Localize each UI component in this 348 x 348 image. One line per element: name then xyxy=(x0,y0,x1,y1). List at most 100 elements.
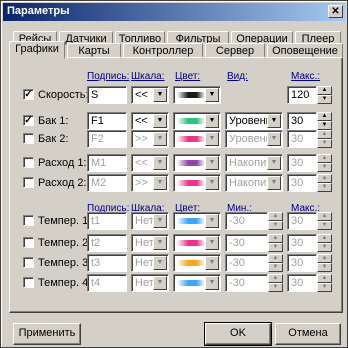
chevron-down-icon[interactable]: ▼ xyxy=(153,176,167,190)
scale-select[interactable]: Нет ▼ xyxy=(131,212,169,230)
spin-up-icon[interactable]: ▲ xyxy=(317,174,332,183)
caption-input[interactable]: S xyxy=(87,86,127,104)
min-spinner[interactable]: ▲ ▼ xyxy=(268,274,283,292)
chevron-down-icon[interactable]: ▼ xyxy=(205,132,219,146)
scale-select[interactable]: >> ▼ xyxy=(131,174,169,192)
min-spinner[interactable]: ▲ ▼ xyxy=(268,212,283,230)
row-checkbox[interactable]: ✓ xyxy=(23,115,34,126)
max-spinner[interactable]: ▲ ▼ xyxy=(317,154,332,172)
spin-down-icon[interactable]: ▼ xyxy=(268,263,283,272)
chevron-down-icon[interactable]: ▼ xyxy=(205,214,219,228)
close-button[interactable]: ✕ xyxy=(328,5,343,18)
spin-down-icon[interactable]: ▼ xyxy=(268,243,283,252)
spin-up-icon[interactable]: ▲ xyxy=(268,254,283,263)
scale-select[interactable]: Нет ▼ xyxy=(131,234,169,252)
spin-up-icon[interactable]: ▲ xyxy=(317,212,332,221)
spin-up-icon[interactable]: ▲ xyxy=(268,234,283,243)
spin-down-icon[interactable]: ▼ xyxy=(317,183,332,192)
color-select[interactable]: ▼ xyxy=(173,86,221,104)
spin-up-icon[interactable]: ▲ xyxy=(268,212,283,221)
row-checkbox[interactable] xyxy=(23,237,34,248)
spin-down-icon[interactable]: ▼ xyxy=(317,263,332,272)
min-spinner[interactable]: ▲ ▼ xyxy=(268,234,283,252)
chevron-down-icon[interactable]: ▼ xyxy=(267,176,281,190)
max-spinner[interactable]: ▲ ▼ xyxy=(317,212,332,230)
chevron-down-icon[interactable]: ▼ xyxy=(267,114,281,128)
color-select[interactable]: ▼ xyxy=(173,112,221,130)
max-spinner[interactable]: ▲ ▼ xyxy=(317,112,332,130)
spin-down-icon[interactable]: ▼ xyxy=(317,283,332,292)
chevron-down-icon[interactable]: ▼ xyxy=(205,156,219,170)
min-input[interactable]: -30 xyxy=(225,274,268,292)
row-checkbox[interactable] xyxy=(23,277,34,288)
min-input[interactable]: -30 xyxy=(225,254,268,272)
max-input[interactable]: 30 xyxy=(287,234,317,252)
spin-down-icon[interactable]: ▼ xyxy=(317,221,332,230)
spin-up-icon[interactable]: ▲ xyxy=(317,130,332,139)
max-input[interactable]: 30 xyxy=(287,212,317,230)
caption-input[interactable]: F1 xyxy=(87,112,127,130)
caption-input[interactable]: t1 xyxy=(87,212,127,230)
caption-input[interactable]: F2 xyxy=(87,130,127,148)
chevron-down-icon[interactable]: ▼ xyxy=(205,276,219,290)
chevron-down-icon[interactable]: ▼ xyxy=(267,132,281,146)
row-checkbox[interactable] xyxy=(23,133,34,144)
spin-up-icon[interactable]: ▲ xyxy=(317,254,332,263)
chevron-down-icon[interactable]: ▼ xyxy=(267,156,281,170)
min-input[interactable]: -30 xyxy=(225,234,268,252)
chevron-down-icon[interactable]: ▼ xyxy=(153,214,167,228)
spin-down-icon[interactable]: ▼ xyxy=(317,121,332,130)
scale-select[interactable]: Нет ▼ xyxy=(131,274,169,292)
chevron-down-icon[interactable]: ▼ xyxy=(205,256,219,270)
color-select[interactable]: ▼ xyxy=(173,130,221,148)
chevron-down-icon[interactable]: ▼ xyxy=(205,236,219,250)
view-select[interactable]: Накопит. ▼ xyxy=(225,154,283,172)
caption-input[interactable]: t2 xyxy=(87,234,127,252)
spin-down-icon[interactable]: ▼ xyxy=(317,243,332,252)
max-spinner[interactable]: ▲ ▼ xyxy=(317,234,332,252)
spin-up-icon[interactable]: ▲ xyxy=(268,274,283,283)
spin-up-icon[interactable]: ▲ xyxy=(317,112,332,121)
chevron-down-icon[interactable]: ▼ xyxy=(205,88,219,102)
caption-input[interactable]: M1 xyxy=(87,154,127,172)
scale-select[interactable]: << ▼ xyxy=(131,86,169,104)
chevron-down-icon[interactable]: ▼ xyxy=(205,176,219,190)
apply-button[interactable]: Применить xyxy=(13,323,81,345)
max-input[interactable]: 30 xyxy=(287,174,317,192)
color-select[interactable]: ▼ xyxy=(173,174,221,192)
spin-up-icon[interactable]: ▲ xyxy=(317,86,332,95)
spin-up-icon[interactable]: ▲ xyxy=(317,154,332,163)
color-select[interactable]: ▼ xyxy=(173,274,221,292)
max-spinner[interactable]: ▲ ▼ xyxy=(317,174,332,192)
max-spinner[interactable]: ▲ ▼ xyxy=(317,86,332,104)
max-input[interactable]: 120 xyxy=(287,86,317,104)
view-select[interactable]: Уровень ▼ xyxy=(225,112,283,130)
spin-down-icon[interactable]: ▼ xyxy=(317,95,332,104)
spin-down-icon[interactable]: ▼ xyxy=(317,163,332,172)
row-checkbox[interactable] xyxy=(23,157,34,168)
chevron-down-icon[interactable]: ▼ xyxy=(153,236,167,250)
chevron-down-icon[interactable]: ▼ xyxy=(153,88,167,102)
color-select[interactable]: ▼ xyxy=(173,154,221,172)
color-select[interactable]: ▼ xyxy=(173,212,221,230)
spin-up-icon[interactable]: ▲ xyxy=(317,234,332,243)
spin-down-icon[interactable]: ▼ xyxy=(268,283,283,292)
max-spinner[interactable]: ▲ ▼ xyxy=(317,274,332,292)
row-checkbox[interactable]: ✓ xyxy=(23,89,34,100)
scale-select[interactable]: << ▼ xyxy=(131,112,169,130)
scale-select[interactable]: >> ▼ xyxy=(131,130,169,148)
max-spinner[interactable]: ▲ ▼ xyxy=(317,254,332,272)
max-input[interactable]: 30 xyxy=(287,130,317,148)
tab-graphs[interactable]: Графики xyxy=(9,41,65,59)
caption-input[interactable]: t3 xyxy=(87,254,127,272)
view-select[interactable]: Накопит. ▼ xyxy=(225,174,283,192)
spin-down-icon[interactable]: ▼ xyxy=(317,139,332,148)
min-spinner[interactable]: ▲ ▼ xyxy=(268,254,283,272)
color-select[interactable]: ▼ xyxy=(173,234,221,252)
ok-button[interactable]: OK xyxy=(204,322,272,346)
scale-select[interactable]: Нет ▼ xyxy=(131,254,169,272)
max-input[interactable]: 30 xyxy=(287,274,317,292)
spin-up-icon[interactable]: ▲ xyxy=(317,274,332,283)
chevron-down-icon[interactable]: ▼ xyxy=(153,132,167,146)
chevron-down-icon[interactable]: ▼ xyxy=(205,114,219,128)
